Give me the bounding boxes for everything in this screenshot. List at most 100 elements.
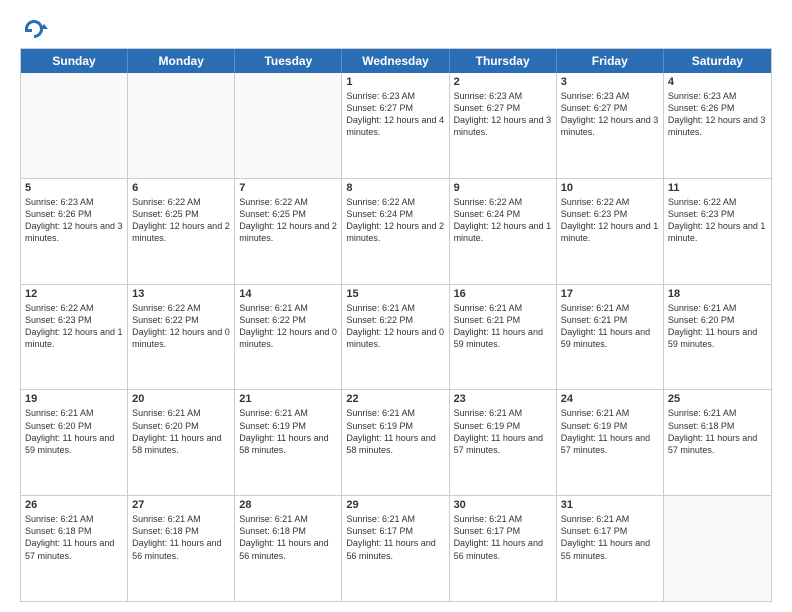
day-number: 28: [239, 499, 337, 511]
calendar-cell: 5 Sunrise: 6:23 AMSunset: 6:26 PMDaylight…: [21, 179, 128, 284]
calendar-cell: 21 Sunrise: 6:21 AMSunset: 6:19 PMDayligh…: [235, 390, 342, 495]
cell-info: Sunrise: 6:21 AMSunset: 6:21 PMDaylight:…: [454, 302, 552, 351]
calendar-row: 12Sunrise: 6:22 AMSunset: 6:23 PMDayligh…: [21, 284, 771, 390]
day-number: 2: [454, 76, 552, 88]
calendar-cell: 14Sunrise: 6:21 AMSunset: 6:22 PMDayligh…: [235, 285, 342, 390]
cell-info: Sunrise: 6:22 AMSunset: 6:23 PMDaylight:…: [561, 196, 659, 245]
cell-info: Sunrise: 6:23 AMSunset: 6:26 PMDaylight:…: [668, 90, 767, 139]
day-number: 21: [239, 393, 337, 405]
calendar-cell: 26 Sunrise: 6:21 AMSunset: 6:18 PMDayligh…: [21, 496, 128, 601]
day-number: 1: [346, 76, 444, 88]
cell-info: Sunrise: 6:21 AMSunset: 6:18 PMDaylight:…: [25, 513, 123, 562]
cell-info: Sunrise: 6:21 AMSunset: 6:20 PMDaylight:…: [132, 407, 230, 456]
day-number: 30: [454, 499, 552, 511]
day-number: 26: [25, 499, 123, 511]
day-number: 22: [346, 393, 444, 405]
calendar-cell: 10 Sunrise: 6:22 AMSunset: 6:23 PMDayligh…: [557, 179, 664, 284]
header: [20, 16, 772, 44]
cell-info: Sunrise: 6:21 AMSunset: 6:19 PMDaylight:…: [239, 407, 337, 456]
calendar-cell: 22 Sunrise: 6:21 AMSunset: 6:19 PMDayligh…: [342, 390, 449, 495]
page: SundayMondayTuesdayWednesdayThursdayFrid…: [0, 0, 792, 612]
cell-info: Sunrise: 6:23 AMSunset: 6:27 PMDaylight:…: [561, 90, 659, 139]
cell-info: Sunrise: 6:22 AMSunset: 6:24 PMDaylight:…: [346, 196, 444, 245]
header-day-thursday: Thursday: [450, 49, 557, 73]
day-number: 20: [132, 393, 230, 405]
calendar-cell: [21, 73, 128, 178]
calendar-cell: 2 Sunrise: 6:23 AMSunset: 6:27 PMDaylight…: [450, 73, 557, 178]
day-number: 25: [668, 393, 767, 405]
cell-info: Sunrise: 6:21 AMSunset: 6:18 PMDaylight:…: [132, 513, 230, 562]
calendar-cell: 18 Sunrise: 6:21 AMSunset: 6:20 PMDayligh…: [664, 285, 771, 390]
cell-info: Sunrise: 6:21 AMSunset: 6:18 PMDaylight:…: [239, 513, 337, 562]
day-number: 15: [346, 288, 444, 300]
cell-info: Sunrise: 6:21 AMSunset: 6:22 PMDaylight:…: [346, 302, 444, 351]
day-number: 9: [454, 182, 552, 194]
header-day-wednesday: Wednesday: [342, 49, 449, 73]
cell-info: Sunrise: 6:21 AMSunset: 6:17 PMDaylight:…: [454, 513, 552, 562]
logo: [20, 16, 52, 44]
calendar-cell: [664, 496, 771, 601]
calendar-cell: 31Sunrise: 6:21 AMSunset: 6:17 PMDayligh…: [557, 496, 664, 601]
calendar-cell: 30 Sunrise: 6:21 AMSunset: 6:17 PMDayligh…: [450, 496, 557, 601]
calendar-cell: 23 Sunrise: 6:21 AMSunset: 6:19 PMDayligh…: [450, 390, 557, 495]
calendar-cell: [235, 73, 342, 178]
header-day-friday: Friday: [557, 49, 664, 73]
calendar-cell: 1Sunrise: 6:23 AMSunset: 6:27 PMDaylight…: [342, 73, 449, 178]
header-day-sunday: Sunday: [21, 49, 128, 73]
cell-info: Sunrise: 6:21 AMSunset: 6:18 PMDaylight:…: [668, 407, 767, 456]
day-number: 19: [25, 393, 123, 405]
calendar-cell: 8Sunrise: 6:22 AMSunset: 6:24 PMDaylight…: [342, 179, 449, 284]
cell-info: Sunrise: 6:22 AMSunset: 6:25 PMDaylight:…: [239, 196, 337, 245]
calendar-cell: 29 Sunrise: 6:21 AMSunset: 6:17 PMDayligh…: [342, 496, 449, 601]
day-number: 23: [454, 393, 552, 405]
cell-info: Sunrise: 6:23 AMSunset: 6:26 PMDaylight:…: [25, 196, 123, 245]
calendar-cell: 11Sunrise: 6:22 AMSunset: 6:23 PMDayligh…: [664, 179, 771, 284]
calendar-cell: 9 Sunrise: 6:22 AMSunset: 6:24 PMDaylight…: [450, 179, 557, 284]
calendar-cell: 4 Sunrise: 6:23 AMSunset: 6:26 PMDaylight…: [664, 73, 771, 178]
calendar-cell: 17Sunrise: 6:21 AMSunset: 6:21 PMDayligh…: [557, 285, 664, 390]
day-number: 11: [668, 182, 767, 194]
day-number: 24: [561, 393, 659, 405]
calendar-cell: 13Sunrise: 6:22 AMSunset: 6:22 PMDayligh…: [128, 285, 235, 390]
calendar-row: 26 Sunrise: 6:21 AMSunset: 6:18 PMDayligh…: [21, 495, 771, 601]
day-number: 10: [561, 182, 659, 194]
calendar-row: 1 Sunrise: 6:23 AMSunset: 6:27 PMDaylight…: [21, 73, 771, 178]
day-number: 6: [132, 182, 230, 194]
day-number: 14: [239, 288, 337, 300]
cell-info: Sunrise: 6:21 AMSunset: 6:19 PMDaylight:…: [454, 407, 552, 456]
calendar-cell: 16 Sunrise: 6:21 AMSunset: 6:21 PMDayligh…: [450, 285, 557, 390]
calendar-row: 19 Sunrise: 6:21 AMSunset: 6:20 PMDayligh…: [21, 389, 771, 495]
calendar-cell: 7 Sunrise: 6:22 AMSunset: 6:25 PMDaylight…: [235, 179, 342, 284]
calendar-cell: 19 Sunrise: 6:21 AMSunset: 6:20 PMDayligh…: [21, 390, 128, 495]
cell-info: Sunrise: 6:22 AMSunset: 6:22 PMDaylight:…: [132, 302, 230, 351]
day-number: 31: [561, 499, 659, 511]
calendar: SundayMondayTuesdayWednesdayThursdayFrid…: [20, 48, 772, 602]
cell-info: Sunrise: 6:21 AMSunset: 6:21 PMDaylight:…: [561, 302, 659, 351]
day-number: 27: [132, 499, 230, 511]
cell-info: Sunrise: 6:21 AMSunset: 6:20 PMDaylight:…: [668, 302, 767, 351]
logo-icon: [20, 16, 48, 44]
day-number: 4: [668, 76, 767, 88]
calendar-cell: 20 Sunrise: 6:21 AMSunset: 6:20 PMDayligh…: [128, 390, 235, 495]
calendar-cell: 24Sunrise: 6:21 AMSunset: 6:19 PMDayligh…: [557, 390, 664, 495]
calendar-cell: 25 Sunrise: 6:21 AMSunset: 6:18 PMDayligh…: [664, 390, 771, 495]
calendar-header: SundayMondayTuesdayWednesdayThursdayFrid…: [21, 49, 771, 73]
calendar-cell: [128, 73, 235, 178]
cell-info: Sunrise: 6:21 AMSunset: 6:20 PMDaylight:…: [25, 407, 123, 456]
calendar-cell: 3 Sunrise: 6:23 AMSunset: 6:27 PMDaylight…: [557, 73, 664, 178]
cell-info: Sunrise: 6:22 AMSunset: 6:23 PMDaylight:…: [25, 302, 123, 351]
day-number: 7: [239, 182, 337, 194]
calendar-cell: 12Sunrise: 6:22 AMSunset: 6:23 PMDayligh…: [21, 285, 128, 390]
header-day-saturday: Saturday: [664, 49, 771, 73]
cell-info: Sunrise: 6:21 AMSunset: 6:19 PMDaylight:…: [346, 407, 444, 456]
day-number: 18: [668, 288, 767, 300]
day-number: 5: [25, 182, 123, 194]
cell-info: Sunrise: 6:21 AMSunset: 6:17 PMDaylight:…: [346, 513, 444, 562]
cell-info: Sunrise: 6:23 AMSunset: 6:27 PMDaylight:…: [454, 90, 552, 139]
day-number: 29: [346, 499, 444, 511]
calendar-body: 1 Sunrise: 6:23 AMSunset: 6:27 PMDaylight…: [21, 73, 771, 601]
calendar-cell: 15 Sunrise: 6:21 AMSunset: 6:22 PMDayligh…: [342, 285, 449, 390]
day-number: 16: [454, 288, 552, 300]
day-number: 3: [561, 76, 659, 88]
cell-info: Sunrise: 6:22 AMSunset: 6:24 PMDaylight:…: [454, 196, 552, 245]
